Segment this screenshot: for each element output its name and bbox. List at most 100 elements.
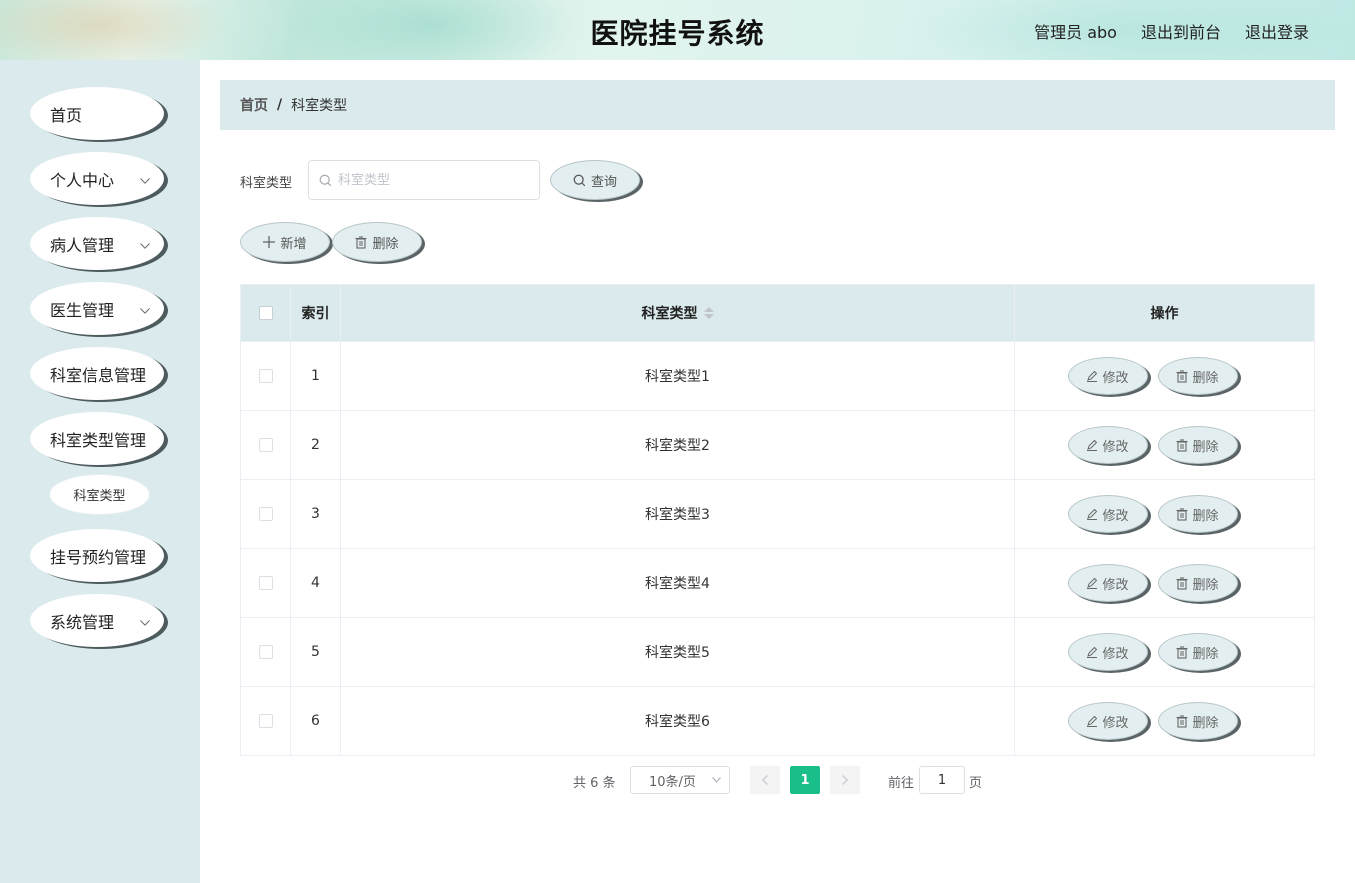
edit-button[interactable]: 修改 (1067, 495, 1148, 533)
sidebar-item-appointment-management[interactable]: 挂号预约管理 (30, 529, 164, 582)
edit-icon (1087, 577, 1098, 589)
sidebar-item-system-management[interactable]: 系统管理 (30, 594, 164, 647)
row-index: 5 (291, 618, 341, 686)
row-type: 科室类型3 (341, 480, 1015, 548)
row-checkbox-cell (241, 687, 291, 755)
row-actions: 修改 删除 (1015, 411, 1314, 479)
row-actions: 修改 删除 (1015, 687, 1314, 755)
header-checkbox-cell (241, 285, 291, 341)
select-all-checkbox[interactable] (258, 306, 273, 320)
add-button[interactable]: 新增 (240, 222, 330, 262)
sidebar-subitem-dept-type[interactable]: 科室类型 (50, 475, 149, 514)
header-links: 管理员 abo 退出到前台 退出登录 (1034, 19, 1309, 43)
user-label: 管理员 abo (1034, 23, 1117, 42)
row-checkbox[interactable] (258, 507, 273, 521)
sidebar-item-label: 个人中心 (50, 170, 115, 190)
trash-icon (1176, 507, 1188, 521)
table-row: 3 科室类型3 修改 删除 (241, 479, 1314, 548)
edit-button[interactable]: 修改 (1067, 426, 1148, 464)
chevron-right-icon (842, 775, 848, 785)
edit-button[interactable]: 修改 (1067, 633, 1148, 671)
page-size-value: 10条/页 (649, 774, 696, 790)
delete-button[interactable]: 删除 (1157, 357, 1238, 395)
table-header: 索引 科室类型 操作 (241, 285, 1314, 341)
logout-link[interactable]: 退出登录 (1245, 19, 1309, 43)
chevron-down-icon (140, 242, 150, 249)
row-checkbox[interactable] (258, 369, 273, 383)
edit-button[interactable]: 修改 (1067, 564, 1148, 602)
delete-button[interactable]: 删除 (1157, 702, 1238, 740)
breadcrumb-separator: / (277, 97, 283, 113)
sort-icon[interactable] (703, 307, 714, 319)
row-index: 2 (291, 411, 341, 479)
row-index: 1 (291, 342, 341, 410)
top-header: 医院挂号系统 管理员 abo 退出到前台 退出登录 (0, 0, 1355, 60)
edit-button-label: 修改 (1102, 577, 1129, 593)
row-checkbox[interactable] (258, 438, 273, 452)
header-type-cell[interactable]: 科室类型 (341, 285, 1015, 341)
pagination-total: 共 6 条 (573, 776, 616, 791)
query-button-label: 查询 (590, 174, 617, 190)
query-button[interactable]: 查询 (550, 160, 640, 200)
row-actions: 修改 删除 (1015, 618, 1314, 686)
sidebar-item-doctor-management[interactable]: 医生管理 (30, 282, 164, 335)
row-actions: 修改 删除 (1015, 549, 1314, 617)
row-index: 4 (291, 549, 341, 617)
sidebar-item-label: 挂号预约管理 (50, 547, 147, 567)
edit-icon (1087, 508, 1098, 520)
sidebar-item-personal-center[interactable]: 个人中心 (30, 152, 164, 205)
edit-button[interactable]: 修改 (1067, 357, 1148, 395)
chevron-down-icon (712, 777, 721, 783)
add-button-label: 新增 (280, 236, 307, 252)
exit-to-front-link[interactable]: 退出到前台 (1141, 19, 1221, 43)
delete-button-label: 删除 (1192, 370, 1219, 386)
breadcrumb-home[interactable]: 首页 (240, 95, 268, 115)
sidebar-item-label: 系统管理 (50, 612, 115, 632)
sidebar-item-home[interactable]: 首页 (30, 87, 164, 140)
delete-button[interactable]: 删除 (1157, 426, 1238, 464)
header-index: 索引 (291, 285, 341, 341)
row-checkbox[interactable] (258, 714, 273, 728)
batch-delete-button[interactable]: 删除 (332, 222, 422, 262)
table-row: 2 科室类型2 修改 删除 (241, 410, 1314, 479)
edit-icon (1087, 370, 1098, 382)
delete-button-label: 删除 (1192, 646, 1219, 662)
row-index: 3 (291, 480, 341, 548)
breadcrumb: 首页 / 科室类型 (220, 80, 1335, 130)
sidebar-item-patient-management[interactable]: 病人管理 (30, 217, 164, 270)
search-field[interactable] (308, 160, 540, 200)
edit-button[interactable]: 修改 (1067, 702, 1148, 740)
row-index: 6 (291, 687, 341, 755)
sidebar-item-label: 科室类型管理 (50, 430, 147, 450)
delete-button[interactable]: 删除 (1157, 495, 1238, 533)
delete-button-label: 删除 (1192, 577, 1219, 593)
table-row: 5 科室类型5 修改 删除 (241, 617, 1314, 686)
prev-page-button[interactable] (750, 766, 780, 794)
row-checkbox[interactable] (258, 645, 273, 659)
sidebar-item-dept-info-management[interactable]: 科室信息管理 (30, 347, 164, 400)
chevron-down-icon (140, 619, 150, 626)
delete-button[interactable]: 删除 (1157, 564, 1238, 602)
next-page-button[interactable] (830, 766, 860, 794)
row-checkbox[interactable] (258, 576, 273, 590)
row-actions: 修改 删除 (1015, 480, 1314, 548)
edit-icon (1087, 715, 1098, 727)
edit-button-label: 修改 (1102, 439, 1129, 455)
trash-icon (1176, 714, 1188, 728)
delete-button[interactable]: 删除 (1157, 633, 1238, 671)
row-checkbox-cell (241, 480, 291, 548)
page-number-current[interactable]: 1 (790, 766, 820, 794)
chevron-left-icon (762, 775, 768, 785)
row-checkbox-cell (241, 411, 291, 479)
edit-icon (1087, 646, 1098, 658)
page-size-select[interactable]: 10条/页 (630, 766, 730, 794)
sidebar-item-dept-type-management[interactable]: 科室类型管理 (30, 412, 164, 465)
goto-page-input[interactable]: 1 (919, 766, 965, 794)
search-input[interactable] (338, 172, 528, 188)
row-checkbox-cell (241, 342, 291, 410)
trash-icon (355, 235, 367, 249)
search-icon (573, 174, 586, 186)
row-checkbox-cell (241, 549, 291, 617)
goto-label: 前往 (888, 776, 915, 791)
row-type: 科室类型5 (341, 618, 1015, 686)
